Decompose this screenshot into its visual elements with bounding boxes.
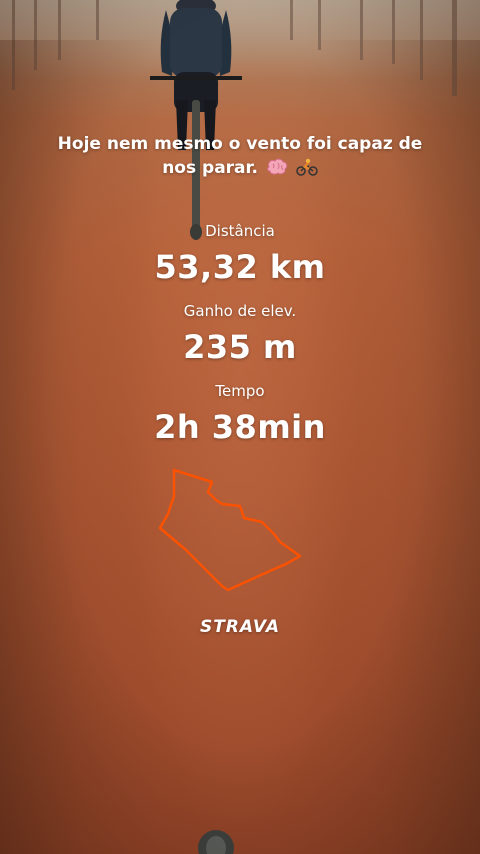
activity-caption: Hoje nem mesmo o vento foi capaz de nos …	[40, 132, 440, 180]
elevation-gain-value: 235 m	[183, 328, 297, 366]
strava-logo: STRAVA	[199, 617, 281, 637]
activity-overlay: Hoje nem mesmo o vento foi capaz de nos …	[0, 0, 480, 854]
elevation-gain-label: Ganho de elev.	[183, 302, 297, 320]
time-value: 2h 38min	[154, 408, 326, 446]
brain-emoji-icon	[266, 158, 288, 175]
route-map-outline	[158, 468, 302, 592]
distance-value: 53,32 km	[154, 248, 326, 286]
biking-person-emoji-icon	[296, 158, 318, 176]
time-label: Tempo	[215, 382, 265, 400]
distance-label: Distância	[205, 222, 275, 240]
route-line	[158, 468, 302, 592]
strava-story: Hoje nem mesmo o vento foi capaz de nos …	[0, 0, 480, 854]
caption-text: Hoje nem mesmo o vento foi capaz de nos …	[57, 134, 423, 178]
